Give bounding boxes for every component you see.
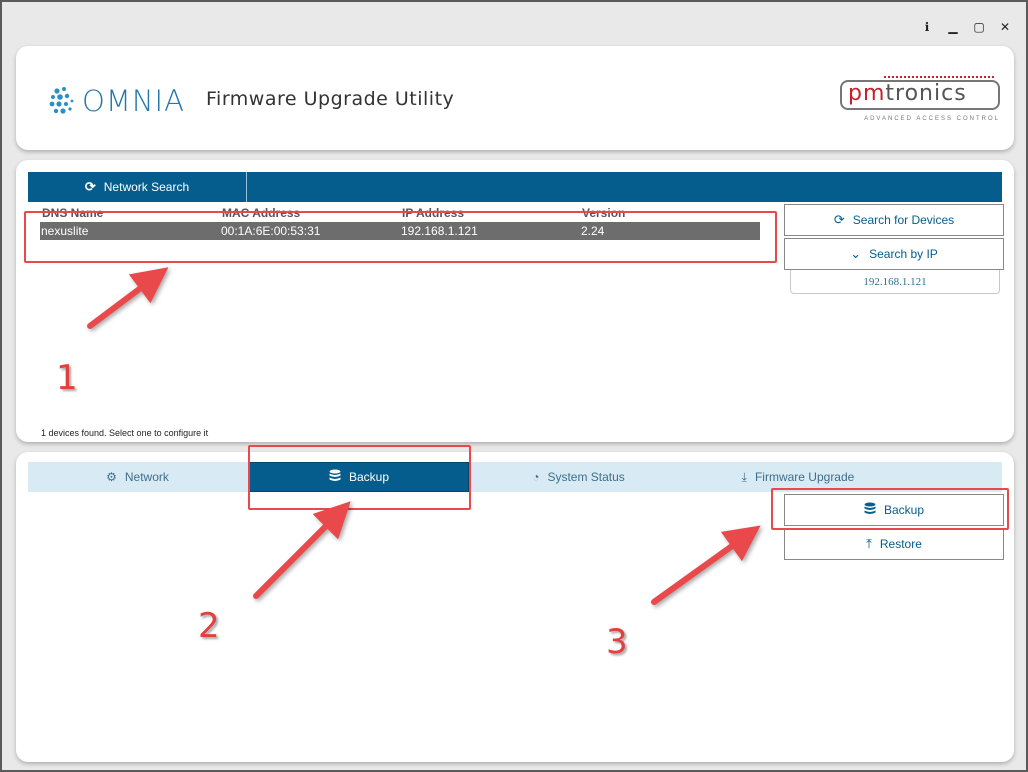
- search-by-ip-button[interactable]: ⌄ Search by IP: [784, 238, 1004, 270]
- logo-wordmark: pmtronics: [848, 81, 967, 106]
- tab-backup[interactable]: Backup: [249, 462, 469, 492]
- tab-label: Network Search: [103, 180, 190, 194]
- step-number-3: 3: [606, 622, 628, 662]
- column-header-mac[interactable]: MAC Address: [222, 206, 300, 220]
- logo-tagline: ADVANCED ACCESS CONTROL: [864, 116, 1000, 122]
- tab-network-search[interactable]: ⟳ Network Search: [28, 172, 247, 202]
- minimize-icon[interactable]: ▁: [946, 20, 960, 34]
- search-devices-button[interactable]: ⟳ Search for Devices: [784, 204, 1004, 236]
- chevron-down-icon: ⌄: [850, 246, 862, 261]
- dashboard-icon: ◔: [532, 470, 540, 484]
- tab-label: System Status: [547, 470, 625, 484]
- database-icon: [329, 469, 341, 485]
- step-number-2: 2: [198, 606, 220, 646]
- column-header-dns[interactable]: DNS Name: [42, 206, 103, 220]
- restore-button[interactable]: ⤒ Restore: [784, 528, 1004, 560]
- omnia-brand-text: OMNIA: [82, 84, 185, 118]
- button-label: Backup: [883, 503, 925, 517]
- table-row[interactable]: nexuslite 00:1A:6E:00:53:31 192.168.1.12…: [40, 222, 760, 240]
- info-icon[interactable]: ℹ: [920, 20, 934, 34]
- tab-label: Network: [124, 470, 169, 484]
- column-header-ip[interactable]: IP Address: [402, 206, 464, 220]
- backup-button[interactable]: Backup: [784, 494, 1004, 526]
- gear-icon: ⚙: [106, 470, 117, 484]
- pmtronics-logo: pmtronics ADVANCED ACCESS CONTROL: [840, 76, 1000, 128]
- logo-pm-text: pm: [848, 81, 886, 106]
- tab-firmware-upgrade[interactable]: ⤓ Firmware Upgrade: [688, 462, 908, 492]
- database-icon: [864, 502, 876, 518]
- omnia-logo-icon: [49, 87, 74, 114]
- device-table-header: DNS Name MAC Address IP Address Version: [41, 206, 761, 220]
- network-search-panel: ⟳ Network Search DNS Name MAC Address IP…: [16, 160, 1014, 442]
- omnia-logo: OMNIA: [48, 84, 185, 118]
- app-window: ℹ ▁ ▢ ✕ OMNIA Firmware Upgrade Utility p…: [0, 0, 1028, 772]
- cell-ip-address: 192.168.1.121: [401, 224, 478, 238]
- cell-dns-name: nexuslite: [41, 224, 89, 238]
- tab-network[interactable]: ⚙ Network: [28, 462, 247, 492]
- network-search-bar: ⟳ Network Search: [28, 172, 1002, 202]
- download-icon: ⤓: [741, 469, 747, 484]
- config-tabs: ⚙ Network Backup ◔ System Status ⤓ Firmw…: [28, 462, 1002, 492]
- config-panel: ⚙ Network Backup ◔ System Status ⤓ Firmw…: [16, 452, 1014, 762]
- refresh-icon: ⟳: [833, 212, 845, 227]
- logo-tronics-text: tronics: [885, 81, 967, 106]
- cell-version: 2.24: [581, 224, 605, 238]
- step-number-1: 1: [56, 358, 78, 398]
- tab-label: Backup: [348, 470, 390, 484]
- maximize-icon[interactable]: ▢: [972, 20, 986, 34]
- window-controls: ℹ ▁ ▢ ✕: [920, 20, 1012, 34]
- upload-icon: ⤒: [866, 536, 872, 551]
- tab-label: Firmware Upgrade: [754, 470, 855, 484]
- ip-address-input[interactable]: [790, 270, 1000, 294]
- close-icon[interactable]: ✕: [998, 20, 1012, 34]
- page-title: Firmware Upgrade Utility: [206, 88, 455, 110]
- button-label: Search for Devices: [852, 213, 955, 227]
- status-text: 1 devices found. Select one to configure…: [41, 428, 209, 438]
- header-panel: OMNIA Firmware Upgrade Utility pmtronics…: [16, 46, 1014, 150]
- button-label: Search by IP: [869, 247, 938, 261]
- cell-mac-address: 00:1A:6E:00:53:31: [221, 224, 321, 238]
- tab-system-status[interactable]: ◔ System Status: [469, 462, 688, 492]
- refresh-icon: ⟳: [84, 179, 96, 194]
- column-header-version[interactable]: Version: [582, 206, 625, 220]
- button-label: Restore: [879, 537, 922, 551]
